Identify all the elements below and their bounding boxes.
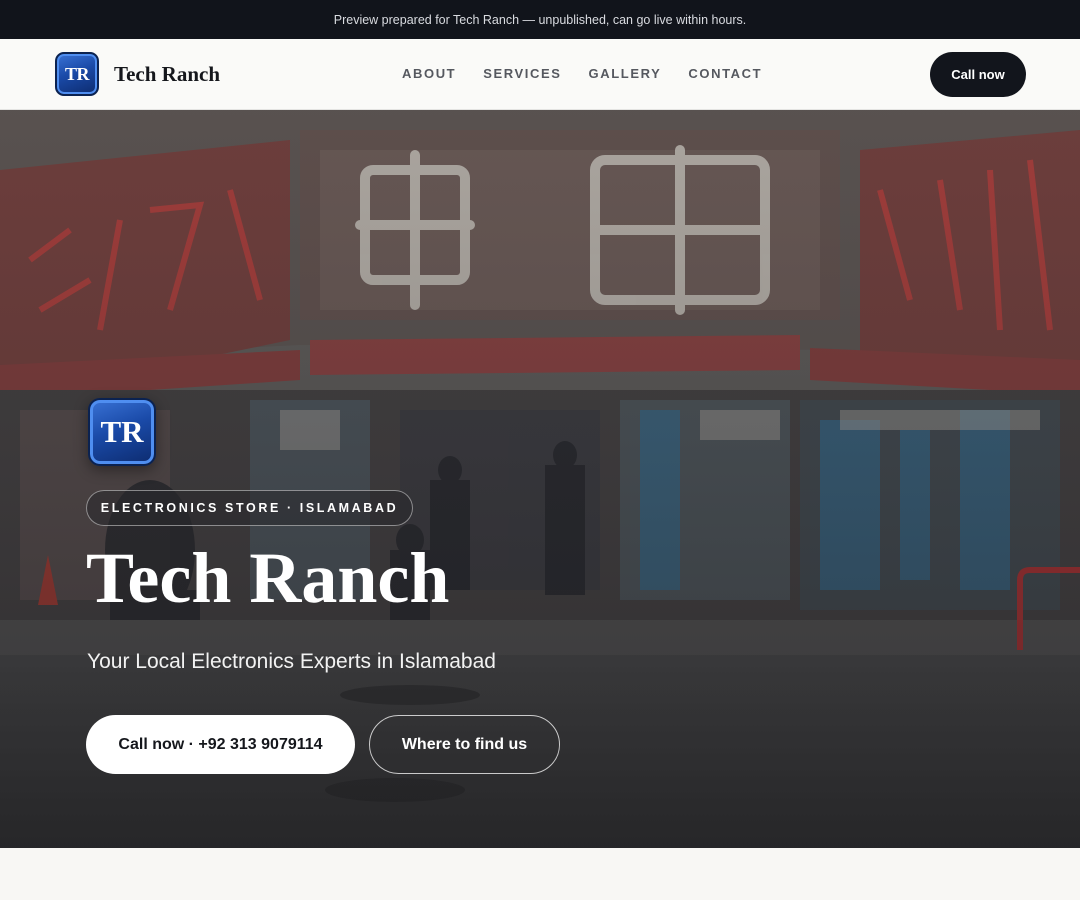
site-header: TR Tech Ranch ABOUT SERVICES GALLERY CON… [0, 39, 1080, 110]
find-us-button[interactable]: Where to find us [369, 715, 560, 774]
nav-link-about[interactable]: ABOUT [402, 66, 456, 81]
logo-icon[interactable]: TR [55, 52, 99, 96]
main-nav: ABOUT SERVICES GALLERY CONTACT [402, 66, 762, 81]
hero-subtitle: Your Local Electronics Experts in Islama… [87, 650, 496, 673]
call-now-button[interactable]: Call now [930, 52, 1026, 97]
nav-link-services[interactable]: SERVICES [483, 66, 561, 81]
preview-banner-text: Preview prepared for Tech Ranch — unpubl… [333, 12, 747, 27]
logo-initials: TR [64, 63, 90, 84]
next-section [0, 848, 1080, 900]
nav-link-gallery[interactable]: GALLERY [589, 66, 662, 81]
nav-link-contact[interactable]: CONTACT [688, 66, 762, 81]
preview-banner: Preview prepared for Tech Ranch — unpubl… [0, 0, 1080, 39]
hero-logo-initials: TR [100, 414, 144, 449]
call-phone-button[interactable]: Call now · +92 313 9079114 [86, 715, 355, 774]
hero-title: Tech Ranch [86, 538, 450, 618]
brand-name[interactable]: Tech Ranch [114, 62, 220, 87]
brand[interactable]: TR Tech Ranch [55, 52, 220, 96]
hero-section: TR ELECTRONICS STORE · ISLAMABAD Tech Ra… [0, 110, 1080, 848]
hero-tag: ELECTRONICS STORE · ISLAMABAD [86, 490, 413, 526]
hero-logo-icon: TR [88, 398, 156, 466]
